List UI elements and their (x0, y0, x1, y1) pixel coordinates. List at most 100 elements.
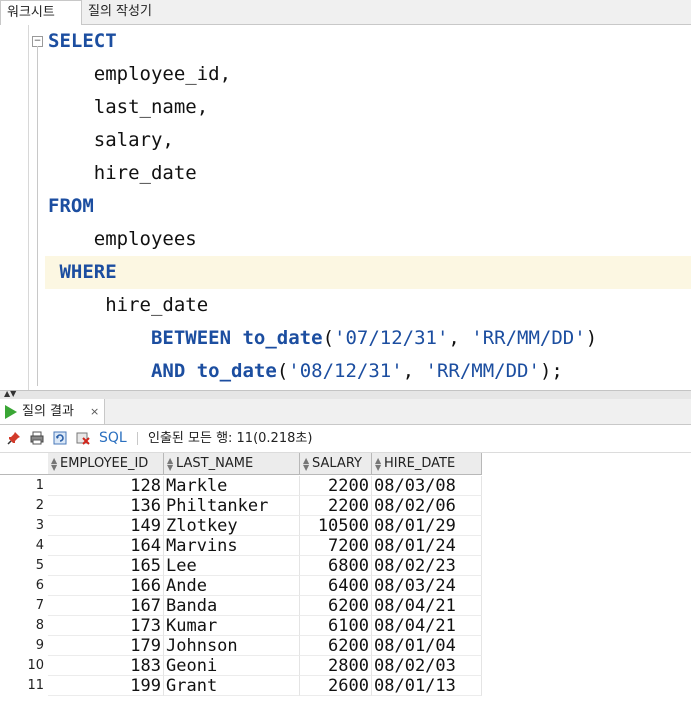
code-line[interactable]: AND to_date('08/12/31', 'RR/MM/DD'); (48, 355, 563, 388)
cell-employee-id[interactable]: 173 (48, 616, 164, 636)
sql-text: ); (539, 360, 563, 382)
cell-salary[interactable]: 2200 (300, 476, 372, 496)
table-row[interactable]: 7 167 Banda 6200 08/04/21 (0, 596, 482, 616)
cell-hire-date[interactable]: 08/02/06 (372, 496, 482, 516)
code-line[interactable]: last_name, (48, 91, 208, 124)
print-icon[interactable] (30, 431, 44, 445)
cell-salary[interactable]: 7200 (300, 536, 372, 556)
cell-employee-id[interactable]: 128 (48, 476, 164, 496)
cell-employee-id[interactable]: 164 (48, 536, 164, 556)
sort-icon[interactable]: ▲ ▼ (375, 457, 381, 472)
sql-button[interactable]: SQL (99, 425, 127, 452)
sql-keyword: FROM (48, 195, 94, 217)
cell-last-name[interactable]: Marvins (164, 536, 300, 556)
sort-icon[interactable]: ▲ ▼ (51, 457, 57, 472)
cell-employee-id[interactable]: 179 (48, 636, 164, 656)
row-number[interactable]: 8 (0, 616, 44, 636)
code-line[interactable]: WHERE (48, 256, 116, 289)
code-line[interactable]: SELECT (48, 25, 117, 58)
cell-salary[interactable]: 2600 (300, 676, 372, 696)
cell-salary[interactable]: 6200 (300, 636, 372, 656)
row-number[interactable]: 11 (0, 676, 44, 696)
table-row[interactable]: 3 149 Zlotkey 10500 08/01/29 (0, 516, 482, 536)
cell-hire-date[interactable]: 08/01/29 (372, 516, 482, 536)
row-number[interactable]: 4 (0, 536, 44, 556)
refresh-icon[interactable] (53, 431, 67, 445)
row-number[interactable]: 9 (0, 636, 44, 656)
cell-hire-date[interactable]: 08/02/03 (372, 656, 482, 676)
table-row[interactable]: 2 136 Philtanker 2200 08/02/06 (0, 496, 482, 516)
code-line[interactable]: employees (48, 223, 197, 256)
cell-last-name[interactable]: Ande (164, 576, 300, 596)
sort-icon[interactable]: ▲ ▼ (303, 457, 309, 472)
table-row[interactable]: 11 199 Grant 2600 08/01/13 (0, 676, 482, 696)
column-header-salary[interactable]: ▲ ▼ SALARY (300, 453, 372, 475)
cell-last-name[interactable]: Lee (164, 556, 300, 576)
cell-last-name[interactable]: Zlotkey (164, 516, 300, 536)
cell-salary[interactable]: 6800 (300, 556, 372, 576)
sort-icon[interactable]: ▲ ▼ (167, 457, 173, 472)
row-number[interactable]: 7 (0, 596, 44, 616)
row-number[interactable]: 3 (0, 516, 44, 536)
cell-last-name[interactable]: Kumar (164, 616, 300, 636)
cell-employee-id[interactable]: 149 (48, 516, 164, 536)
row-number[interactable]: 5 (0, 556, 44, 576)
table-row[interactable]: 4 164 Marvins 7200 08/01/24 (0, 536, 482, 556)
column-header-employee-id[interactable]: ▲ ▼ EMPLOYEE_ID (48, 453, 164, 475)
cell-last-name[interactable]: Geoni (164, 656, 300, 676)
row-number[interactable]: 6 (0, 576, 44, 596)
cell-last-name[interactable]: Philtanker (164, 496, 300, 516)
tab-worksheet[interactable]: 워크시트 (0, 0, 82, 26)
code-line[interactable]: FROM (48, 190, 94, 223)
cell-last-name[interactable]: Grant (164, 676, 300, 696)
code-line[interactable]: hire_date (48, 289, 208, 322)
cell-salary[interactable]: 10500 (300, 516, 372, 536)
table-row[interactable]: 9 179 Johnson 6200 08/01/04 (0, 636, 482, 656)
code-line[interactable]: hire_date (48, 157, 197, 190)
column-header-last-name[interactable]: ▲ ▼ LAST_NAME (164, 453, 300, 475)
table-row[interactable]: 5 165 Lee 6800 08/02/23 (0, 556, 482, 576)
tab-query-results[interactable]: 질의 결과 × (0, 399, 105, 424)
cell-hire-date[interactable]: 08/04/21 (372, 616, 482, 636)
column-header-hire-date[interactable]: ▲ ▼ HIRE_DATE (372, 453, 482, 475)
code-line[interactable]: BETWEEN to_date('07/12/31', 'RR/MM/DD') (48, 322, 597, 355)
delete-icon[interactable] (76, 431, 90, 445)
cell-employee-id[interactable]: 165 (48, 556, 164, 576)
cell-salary[interactable]: 2200 (300, 496, 372, 516)
row-number[interactable]: 10 (0, 656, 44, 676)
cell-employee-id[interactable]: 183 (48, 656, 164, 676)
cell-hire-date[interactable]: 08/03/24 (372, 576, 482, 596)
sql-editor[interactable]: − SELECT employee_id, last_name, salary,… (0, 25, 691, 390)
sql-text: ( (276, 360, 289, 382)
sql-string: '08/12/31' (288, 360, 403, 382)
cell-salary[interactable]: 6100 (300, 616, 372, 636)
cell-hire-date[interactable]: 08/01/24 (372, 536, 482, 556)
cell-last-name[interactable]: Markle (164, 476, 300, 496)
cell-employee-id[interactable]: 199 (48, 676, 164, 696)
cell-hire-date[interactable]: 08/01/13 (372, 676, 482, 696)
cell-salary[interactable]: 6200 (300, 596, 372, 616)
cell-last-name[interactable]: Johnson (164, 636, 300, 656)
splitter-arrows-icon[interactable]: ▲▼ (4, 390, 16, 398)
table-row[interactable]: 8 173 Kumar 6100 08/04/21 (0, 616, 482, 636)
cell-hire-date[interactable]: 08/01/04 (372, 636, 482, 656)
cell-employee-id[interactable]: 136 (48, 496, 164, 516)
cell-hire-date[interactable]: 08/03/08 (372, 476, 482, 496)
row-number[interactable]: 2 (0, 496, 44, 516)
table-row[interactable]: 1 128 Markle 2200 08/03/08 (0, 476, 482, 496)
cell-employee-id[interactable]: 166 (48, 576, 164, 596)
cell-hire-date[interactable]: 08/02/23 (372, 556, 482, 576)
cell-hire-date[interactable]: 08/04/21 (372, 596, 482, 616)
table-row[interactable]: 6 166 Ande 6400 08/03/24 (0, 576, 482, 596)
table-row[interactable]: 10 183 Geoni 2800 08/02/03 (0, 656, 482, 676)
cell-last-name[interactable]: Banda (164, 596, 300, 616)
tab-query-builder[interactable]: 질의 작성기 (82, 0, 158, 24)
close-icon[interactable]: × (90, 399, 99, 424)
code-line[interactable]: employee_id, (48, 58, 231, 91)
code-line[interactable]: salary, (48, 124, 174, 157)
cell-salary[interactable]: 2800 (300, 656, 372, 676)
pin-icon[interactable] (7, 431, 21, 445)
cell-employee-id[interactable]: 167 (48, 596, 164, 616)
row-number[interactable]: 1 (0, 476, 44, 496)
cell-salary[interactable]: 6400 (300, 576, 372, 596)
